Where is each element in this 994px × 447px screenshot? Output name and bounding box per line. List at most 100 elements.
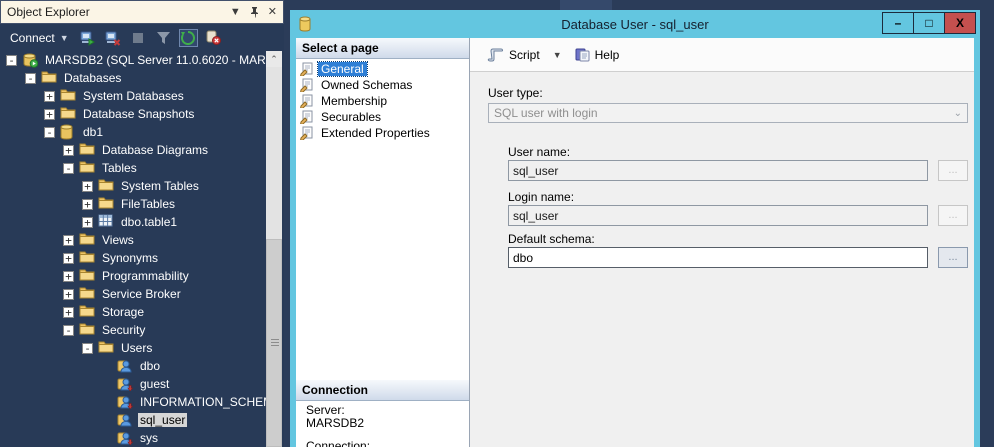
expand-icon[interactable]: + bbox=[82, 181, 93, 192]
tree-item-dbo[interactable]: dbo bbox=[0, 357, 266, 375]
object-explorer-titlebar: Object Explorer ▼ ✕ bbox=[0, 0, 284, 24]
default-schema-field[interactable] bbox=[508, 247, 928, 268]
maximize-button[interactable]: □ bbox=[913, 12, 945, 34]
scrollbar-thumb[interactable] bbox=[266, 239, 282, 447]
tree-item-sys[interactable]: sys bbox=[0, 429, 266, 447]
expand-icon[interactable]: + bbox=[44, 109, 55, 120]
script-button[interactable]: Script bbox=[482, 45, 545, 65]
expand-icon[interactable]: + bbox=[63, 235, 74, 246]
connect-button[interactable]: Connect▼ bbox=[6, 29, 73, 47]
user-disabled-icon bbox=[117, 394, 133, 410]
page-item-owned-schemas[interactable]: Owned Schemas bbox=[296, 77, 469, 93]
page-item-label: Securables bbox=[318, 110, 384, 124]
page-item-label: Owned Schemas bbox=[318, 78, 415, 92]
window-position-chevron-icon[interactable]: ▼ bbox=[230, 7, 241, 18]
tree-item-service-broker[interactable]: + Service Broker bbox=[0, 285, 266, 303]
background-window-edge bbox=[560, 0, 612, 10]
object-explorer-panel: Object Explorer ▼ ✕ Connect▼ bbox=[0, 0, 284, 447]
tree-item-label: MARSDB2 (SQL Server 11.0.6020 - MARSD bbox=[43, 53, 266, 67]
script-dropdown-icon[interactable]: ▼ bbox=[549, 50, 566, 60]
tree-item-label: db1 bbox=[81, 125, 105, 139]
close-button[interactable]: X bbox=[944, 12, 976, 34]
page-item-extended-properties[interactable]: Extended Properties bbox=[296, 125, 469, 141]
close-panel-icon[interactable]: ✕ bbox=[268, 7, 277, 18]
tree-item-guest[interactable]: guest bbox=[0, 375, 266, 393]
expand-icon[interactable]: + bbox=[63, 289, 74, 300]
tree-item-programmability[interactable]: +Programmability bbox=[0, 267, 266, 285]
user-type-select[interactable]: SQL user with login ⌄ bbox=[488, 103, 968, 123]
script-error-icon[interactable] bbox=[204, 29, 223, 47]
expand-icon[interactable]: + bbox=[63, 307, 74, 318]
tree-item-users[interactable]: - Users bbox=[0, 339, 266, 357]
help-book-icon bbox=[575, 47, 590, 62]
tree-item-label: Users bbox=[119, 341, 154, 355]
minimize-button[interactable]: – bbox=[882, 12, 914, 34]
collapse-icon[interactable]: - bbox=[25, 73, 36, 84]
expand-icon[interactable]: + bbox=[63, 271, 74, 282]
page-item-securables[interactable]: Securables bbox=[296, 109, 469, 125]
chevron-down-icon: ⌄ bbox=[954, 108, 962, 119]
tree-item-synonyms[interactable]: + Synonyms bbox=[0, 249, 266, 267]
collapse-icon[interactable]: - bbox=[6, 55, 17, 66]
tree-item-db1[interactable]: - db1 bbox=[0, 123, 266, 141]
tree-item-database-snapshots[interactable]: + Database Snapshots bbox=[0, 105, 266, 123]
tree-item-label: Service Broker bbox=[100, 287, 183, 301]
tree-item-information-schem[interactable]: INFORMATION_SCHEM bbox=[0, 393, 266, 411]
tree-item-marsdb2-sql-server-11-0-6020-marsd[interactable]: - MARSDB2 (SQL Server 11.0.6020 - MARSD bbox=[0, 51, 266, 69]
tree-item-database-diagrams[interactable]: +Database Diagrams bbox=[0, 141, 266, 159]
tree-item-label: Database Snapshots bbox=[81, 107, 196, 121]
refresh-icon[interactable] bbox=[179, 29, 198, 47]
user-name-browse-button[interactable]: ... bbox=[938, 160, 968, 181]
user-name-label: User name: bbox=[508, 145, 570, 159]
select-a-page-list: GeneralOwned Schemas Membership Securables… bbox=[296, 61, 469, 141]
folder-icon bbox=[60, 106, 76, 122]
tree-item-label: Databases bbox=[62, 71, 123, 85]
filter-icon[interactable] bbox=[154, 29, 173, 47]
stop-icon[interactable] bbox=[129, 29, 148, 47]
tree-item-tables[interactable]: - Tables bbox=[0, 159, 266, 177]
page-item-general[interactable]: General bbox=[296, 61, 469, 77]
scrollbar-up-icon[interactable]: ⌃ bbox=[266, 51, 282, 67]
object-explorer-tree: -MARSDB2 (SQL Server 11.0.6020 - MARSD-D… bbox=[0, 51, 266, 447]
disconnect-object-explorer-icon[interactable] bbox=[104, 29, 123, 47]
folder-icon bbox=[79, 142, 95, 158]
pin-icon[interactable] bbox=[250, 7, 259, 18]
tree-item-security[interactable]: -Security bbox=[0, 321, 266, 339]
page-item-label: Membership bbox=[318, 94, 390, 108]
tree-item-dbo-table1[interactable]: +dbo.table1 bbox=[0, 213, 266, 231]
tree-item-sql-user[interactable]: sql_user bbox=[0, 411, 266, 429]
default-schema-browse-button[interactable]: ... bbox=[938, 247, 968, 268]
dialog-title: Database User - sql_user bbox=[290, 17, 980, 32]
object-explorer-title: Object Explorer bbox=[7, 5, 230, 19]
database-user-dialog: Database User - sql_user – □ X Select a … bbox=[290, 10, 980, 447]
connection-server-block: Server: MARSDB2 bbox=[306, 404, 364, 430]
expand-icon[interactable]: + bbox=[44, 91, 55, 102]
collapse-icon[interactable]: - bbox=[63, 163, 74, 174]
login-name-browse-button[interactable]: ... bbox=[938, 205, 968, 226]
tree-item-storage[interactable]: +Storage bbox=[0, 303, 266, 321]
folder-icon bbox=[79, 304, 95, 320]
tree-item-views[interactable]: +Views bbox=[0, 231, 266, 249]
connection-label: Connection: bbox=[306, 439, 370, 447]
collapse-icon[interactable]: - bbox=[44, 127, 55, 138]
tree-item-system-databases[interactable]: +System Databases bbox=[0, 87, 266, 105]
help-button[interactable]: Help bbox=[570, 44, 625, 65]
tree-item-label: Tables bbox=[100, 161, 139, 175]
tree-item-filetables[interactable]: +FileTables bbox=[0, 195, 266, 213]
expand-icon[interactable]: + bbox=[82, 199, 93, 210]
expand-icon[interactable]: + bbox=[63, 253, 74, 264]
collapse-icon[interactable]: - bbox=[63, 325, 74, 336]
tree-item-system-tables[interactable]: +System Tables bbox=[0, 177, 266, 195]
tree-item-label: dbo bbox=[138, 359, 162, 373]
tree-item-databases[interactable]: - Databases bbox=[0, 69, 266, 87]
object-explorer-scrollbar[interactable]: ⌃ bbox=[266, 51, 282, 447]
expand-icon[interactable]: + bbox=[82, 217, 93, 228]
user-name-field[interactable] bbox=[508, 160, 928, 181]
tree-item-label: Synonyms bbox=[100, 251, 160, 265]
login-name-field[interactable] bbox=[508, 205, 928, 226]
collapse-icon[interactable]: - bbox=[82, 343, 93, 354]
page-item-membership[interactable]: Membership bbox=[296, 93, 469, 109]
expand-icon[interactable]: + bbox=[63, 145, 74, 156]
user-disabled-icon bbox=[117, 430, 133, 446]
connect-object-explorer-icon[interactable] bbox=[79, 29, 98, 47]
